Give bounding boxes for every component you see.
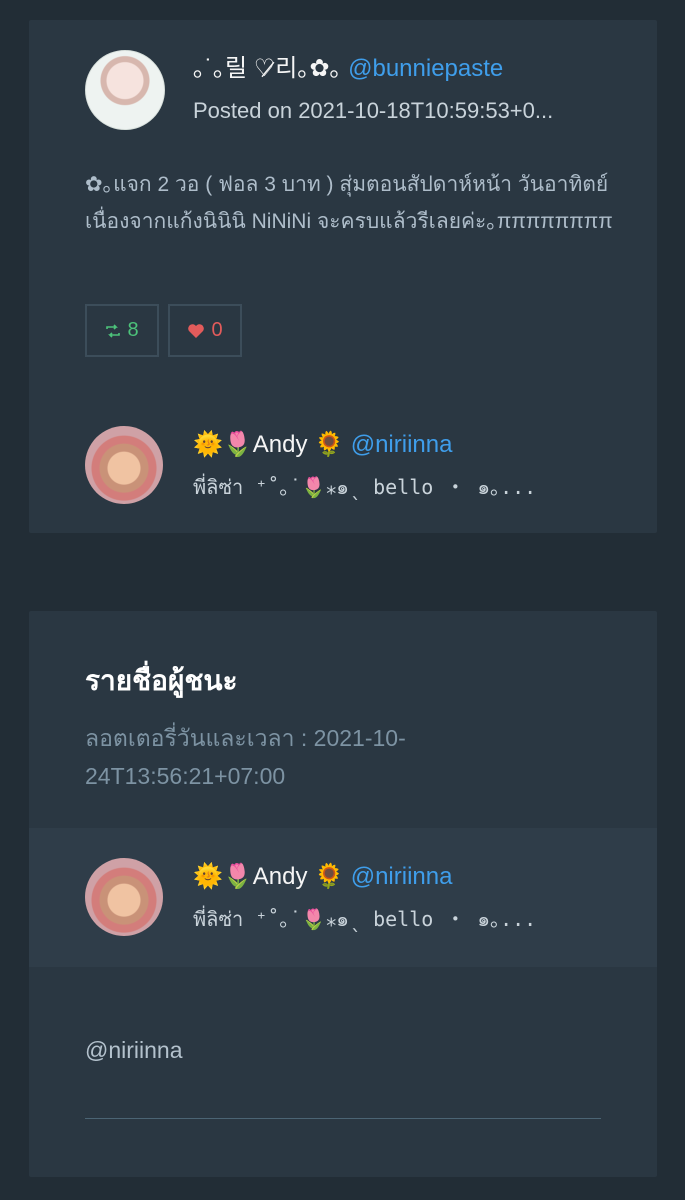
post-author-row: ｡˙｡릴 ♡̷리｡✿｡ @bunniepaste Posted on 2021-…	[85, 50, 629, 140]
post-text: ✿｡แจก 2 วอ ( ฟอล 3 บาท ) สุ่มตอนสัปดาห์ห…	[85, 173, 613, 233]
winner-avatar[interactable]	[85, 858, 163, 936]
lottery-datetime: ลอตเตอรี่วันและเวลา : 2021-10-24T13:56:2…	[85, 725, 406, 789]
like-button[interactable]: 0	[168, 304, 242, 357]
author-display-name: ｡˙｡릴 ♡̷리｡✿｡	[193, 55, 342, 82]
author-avatar[interactable]	[85, 50, 165, 130]
winner-handle[interactable]: @niriinna	[351, 863, 453, 890]
winners-card: รายชื่อผู้ชนะ ลอตเตอรี่วันและเวลา : 2021…	[29, 611, 657, 1177]
heart-icon	[187, 323, 205, 339]
retweet-button[interactable]: 8	[85, 304, 159, 357]
winner-name-line: 🌞🌷Andy 🌻 @niriinna	[193, 862, 452, 892]
reply-handle[interactable]: @niriinna	[85, 1037, 183, 1064]
participant-display-name: 🌞🌷Andy 🌻	[193, 431, 345, 458]
giveaway-post-card: ｡˙｡릴 ♡̷리｡✿｡ @bunniepaste Posted on 2021-…	[29, 20, 657, 533]
author-name-line: ｡˙｡릴 ♡̷리｡✿｡ @bunniepaste	[193, 54, 503, 84]
post-timestamp: Posted on 2021-10-18T10:59:53+0...	[193, 98, 554, 123]
winner-row[interactable]: 🌞🌷Andy 🌻 @niriinna พี่ลิซ่า ⁺˚｡˙🌷⁎๑ˎ bel…	[29, 828, 657, 967]
participant-avatar[interactable]	[85, 426, 163, 504]
winner-display-name: 🌞🌷Andy 🌻	[193, 863, 345, 890]
participant-handle[interactable]: @niriinna	[351, 431, 453, 458]
winners-title: รายชื่อผู้ชนะ	[85, 664, 238, 697]
winner-bio: พี่ลิซ่า ⁺˚｡˙🌷⁎๑ˎ bello ・ ๑｡...	[193, 907, 537, 931]
participant-bio: พี่ลิซ่า ⁺˚｡˙🌷⁎๑ˎ bello ・ ๑｡...	[193, 475, 537, 499]
retweet-icon	[105, 323, 121, 339]
author-handle[interactable]: @bunniepaste	[348, 55, 503, 82]
like-count: 0	[211, 319, 223, 341]
retweet-count: 8	[127, 319, 139, 341]
divider	[85, 1118, 601, 1119]
participant-name-line: 🌞🌷Andy 🌻 @niriinna	[193, 430, 452, 460]
winner-row-inner: 🌞🌷Andy 🌻 @niriinna พี่ลิซ่า ⁺˚｡˙🌷⁎๑ˎ bel…	[85, 858, 629, 948]
participant-row[interactable]: 🌞🌷Andy 🌻 @niriinna พี่ลิซ่า ⁺˚｡˙🌷⁎๑ˎ bel…	[85, 426, 629, 516]
